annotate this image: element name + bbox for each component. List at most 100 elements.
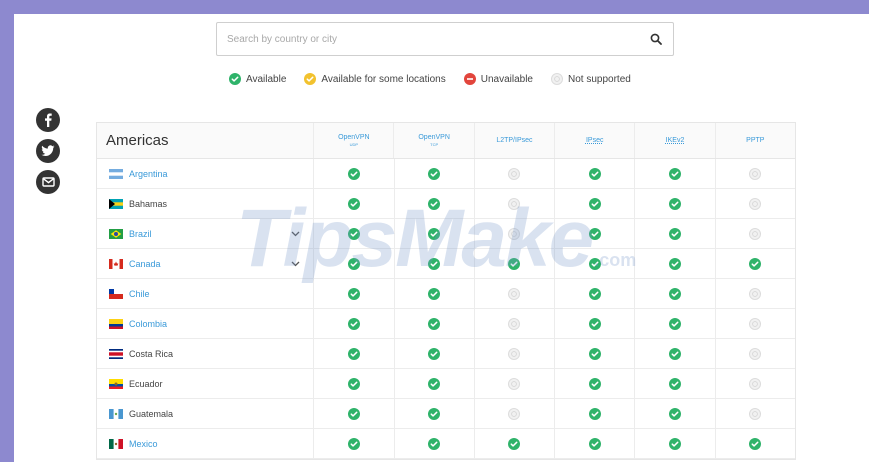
country-cell[interactable]: Argentina [97,159,313,188]
status-available-icon [393,369,474,398]
status-available-icon [313,249,393,278]
country-cell[interactable]: Mexico [97,429,313,458]
status-unsupported-icon [714,369,795,398]
status-available-icon [473,429,554,458]
costa-rica-flag-icon [109,348,123,359]
status-unsupported-icon [714,219,795,248]
status-unsupported-icon [473,219,554,248]
argentina-flag-icon [109,168,123,179]
legend-yellow-icon [304,73,317,85]
status-available-icon [554,279,634,308]
status-unsupported-icon [473,279,554,308]
status-available-icon [554,159,634,188]
legend-green-icon [229,73,241,85]
status-available-icon [634,369,714,398]
status-available-icon [313,429,393,458]
country-name[interactable]: Chile [129,289,150,299]
email-icon[interactable] [36,170,60,194]
legend: Available Available for some locations Una… [229,71,631,87]
table-row: Colombia [97,309,795,339]
legend-item-red: Unavailable [463,73,533,85]
region-title: Americas [106,132,169,149]
column-header-label: IPsec [585,136,604,144]
status-available-icon [393,189,474,218]
column-header-sublabel: UDP [349,141,359,147]
country-cell[interactable]: Colombia [97,309,313,338]
status-unsupported-icon [714,279,795,308]
table-header: Americas OpenVPN UDP OpenVPN TCP L2TP/IPsec I… [97,123,795,159]
status-available-icon [393,339,474,368]
status-unsupported-icon [473,399,554,428]
status-available-icon [393,399,474,428]
status-unsupported-icon [714,309,795,338]
country-name: Bahamas [129,198,168,209]
search-box[interactable] [216,22,674,56]
legend-label: Unavailable [480,73,533,85]
column-header-openvpn-udp: OpenVPN UDP [313,123,393,158]
country-name[interactable]: Canada [129,259,161,269]
status-available-icon [634,339,714,368]
country-cell[interactable]: Canada [97,249,313,278]
country-name[interactable]: Mexico [129,439,158,449]
window-frame-left [0,0,14,462]
country-cell[interactable]: Brazil [97,219,313,248]
country-cell[interactable]: Chile [97,279,313,308]
protocol-table: Americas OpenVPN UDP OpenVPN TCP L2TP/IPsec I… [96,122,796,460]
column-header-pptp: PPTP [714,123,795,158]
table-row: Argentina [97,159,795,189]
country-name[interactable]: Brazil [129,229,152,239]
colombia-flag-icon [109,318,123,329]
chevron-down-icon[interactable] [290,259,300,269]
status-available-icon [313,369,393,398]
country-name: Guatemala [129,408,174,419]
chevron-down-icon[interactable] [290,229,300,239]
column-header-label: OpenVPN [418,133,450,141]
status-available-icon [554,249,634,278]
status-available-icon [393,279,474,308]
column-header-label: IKEv2 [665,136,685,144]
country-cell: Costa Rica [97,339,313,368]
country-cell: Ecuador [97,369,313,398]
search-icon[interactable] [649,32,663,46]
status-available-icon [393,159,474,188]
table-row: Guatemala [97,399,795,429]
legend-label: Not supported [568,73,631,85]
canada-flag-icon [109,258,123,269]
country-cell: Guatemala [97,399,313,428]
guatemala-flag-icon [109,408,123,419]
column-header-label: PPTP [746,136,765,144]
status-available-icon [714,249,795,278]
table-row: Chile [97,279,795,309]
table-row: Bahamas [97,189,795,219]
status-unsupported-icon [473,189,554,218]
ecuador-flag-icon [109,378,123,389]
status-available-icon [634,189,714,218]
status-unsupported-icon [714,189,795,218]
status-unsupported-icon [473,309,554,338]
status-available-icon [634,249,714,278]
country-name[interactable]: Argentina [129,169,168,179]
table-row: Brazil [97,219,795,249]
column-header-openvpn-tcp: OpenVPN TCP [393,123,473,158]
brazil-flag-icon [109,228,123,239]
legend-label: Available for some locations [321,73,446,85]
search-input[interactable] [227,33,649,45]
table-row: Costa Rica [97,339,795,369]
country-name[interactable]: Colombia [129,319,167,329]
status-available-icon [393,429,474,458]
status-unsupported-icon [473,159,554,188]
column-header-ipsec: IPsec [554,123,634,158]
column-header-label: OpenVPN [338,133,370,141]
twitter-icon[interactable] [36,139,60,163]
facebook-icon[interactable] [36,108,60,132]
status-available-icon [393,309,474,338]
status-available-icon [634,159,714,188]
status-available-icon [313,159,393,188]
status-unsupported-icon [473,369,554,398]
status-available-icon [554,309,634,338]
status-available-icon [554,429,634,458]
status-available-icon [473,249,554,278]
status-unsupported-icon [714,339,795,368]
status-available-icon [554,369,634,398]
mexico-flag-icon [109,438,123,449]
